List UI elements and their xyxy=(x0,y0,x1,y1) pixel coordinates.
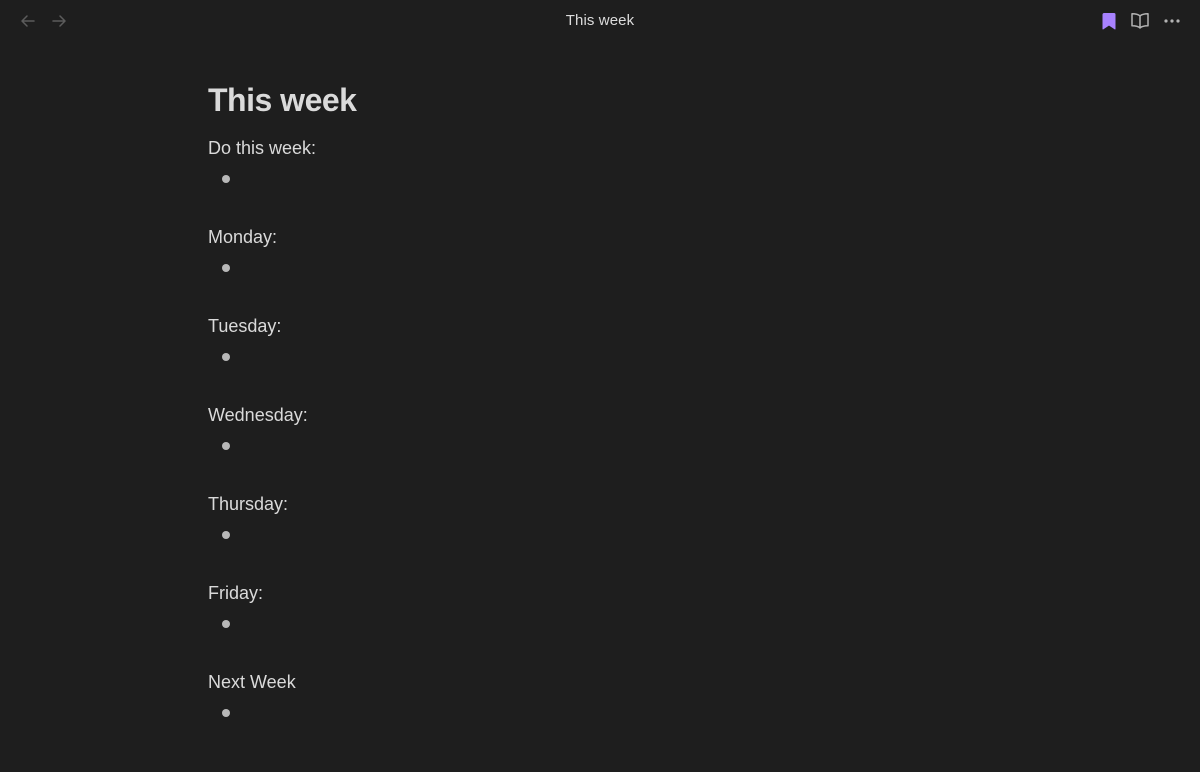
bullet-icon xyxy=(222,264,230,272)
section-next-week: Next Week xyxy=(208,671,1008,760)
bookmark-button[interactable] xyxy=(1097,9,1121,33)
section-thursday: Thursday: xyxy=(208,493,1008,582)
book-open-icon xyxy=(1131,13,1149,29)
list-item[interactable] xyxy=(208,523,708,547)
section-label[interactable]: Friday: xyxy=(208,582,263,604)
section-label[interactable]: Next Week xyxy=(208,671,296,693)
bullet-icon xyxy=(222,175,230,183)
list-item[interactable] xyxy=(208,345,708,369)
reading-view-button[interactable] xyxy=(1128,9,1152,33)
bullet-icon xyxy=(222,442,230,450)
list-item[interactable] xyxy=(208,612,708,636)
more-horizontal-icon xyxy=(1164,19,1180,23)
note-title[interactable]: This week xyxy=(208,78,1008,124)
note-content[interactable]: This week Do this week: Monday: Tuesday:… xyxy=(208,78,1008,760)
section-friday: Friday: xyxy=(208,582,1008,671)
more-options-button[interactable] xyxy=(1160,9,1184,33)
list-item[interactable] xyxy=(208,256,708,280)
list-item[interactable] xyxy=(208,701,708,725)
view-header-title[interactable]: This week xyxy=(0,12,1200,29)
list-item[interactable] xyxy=(208,167,708,191)
section-label[interactable]: Thursday: xyxy=(208,493,288,515)
bullet-icon xyxy=(222,531,230,539)
bullet-icon xyxy=(222,620,230,628)
bookmark-icon xyxy=(1102,13,1116,30)
app-window: This week This week Do this week: Monday… xyxy=(0,0,1200,772)
section-tuesday: Tuesday: xyxy=(208,315,1008,404)
list-item[interactable] xyxy=(208,434,708,458)
section-label[interactable]: Tuesday: xyxy=(208,315,281,337)
section-wednesday: Wednesday: xyxy=(208,404,1008,493)
section-label[interactable]: Monday: xyxy=(208,226,277,248)
bullet-icon xyxy=(222,353,230,361)
bullet-icon xyxy=(222,709,230,717)
view-header: This week xyxy=(0,0,1200,42)
section-label[interactable]: Wednesday: xyxy=(208,404,308,426)
section-monday: Monday: xyxy=(208,226,1008,315)
section-label[interactable]: Do this week: xyxy=(208,137,316,159)
section-do-this-week: Do this week: xyxy=(208,137,1008,226)
